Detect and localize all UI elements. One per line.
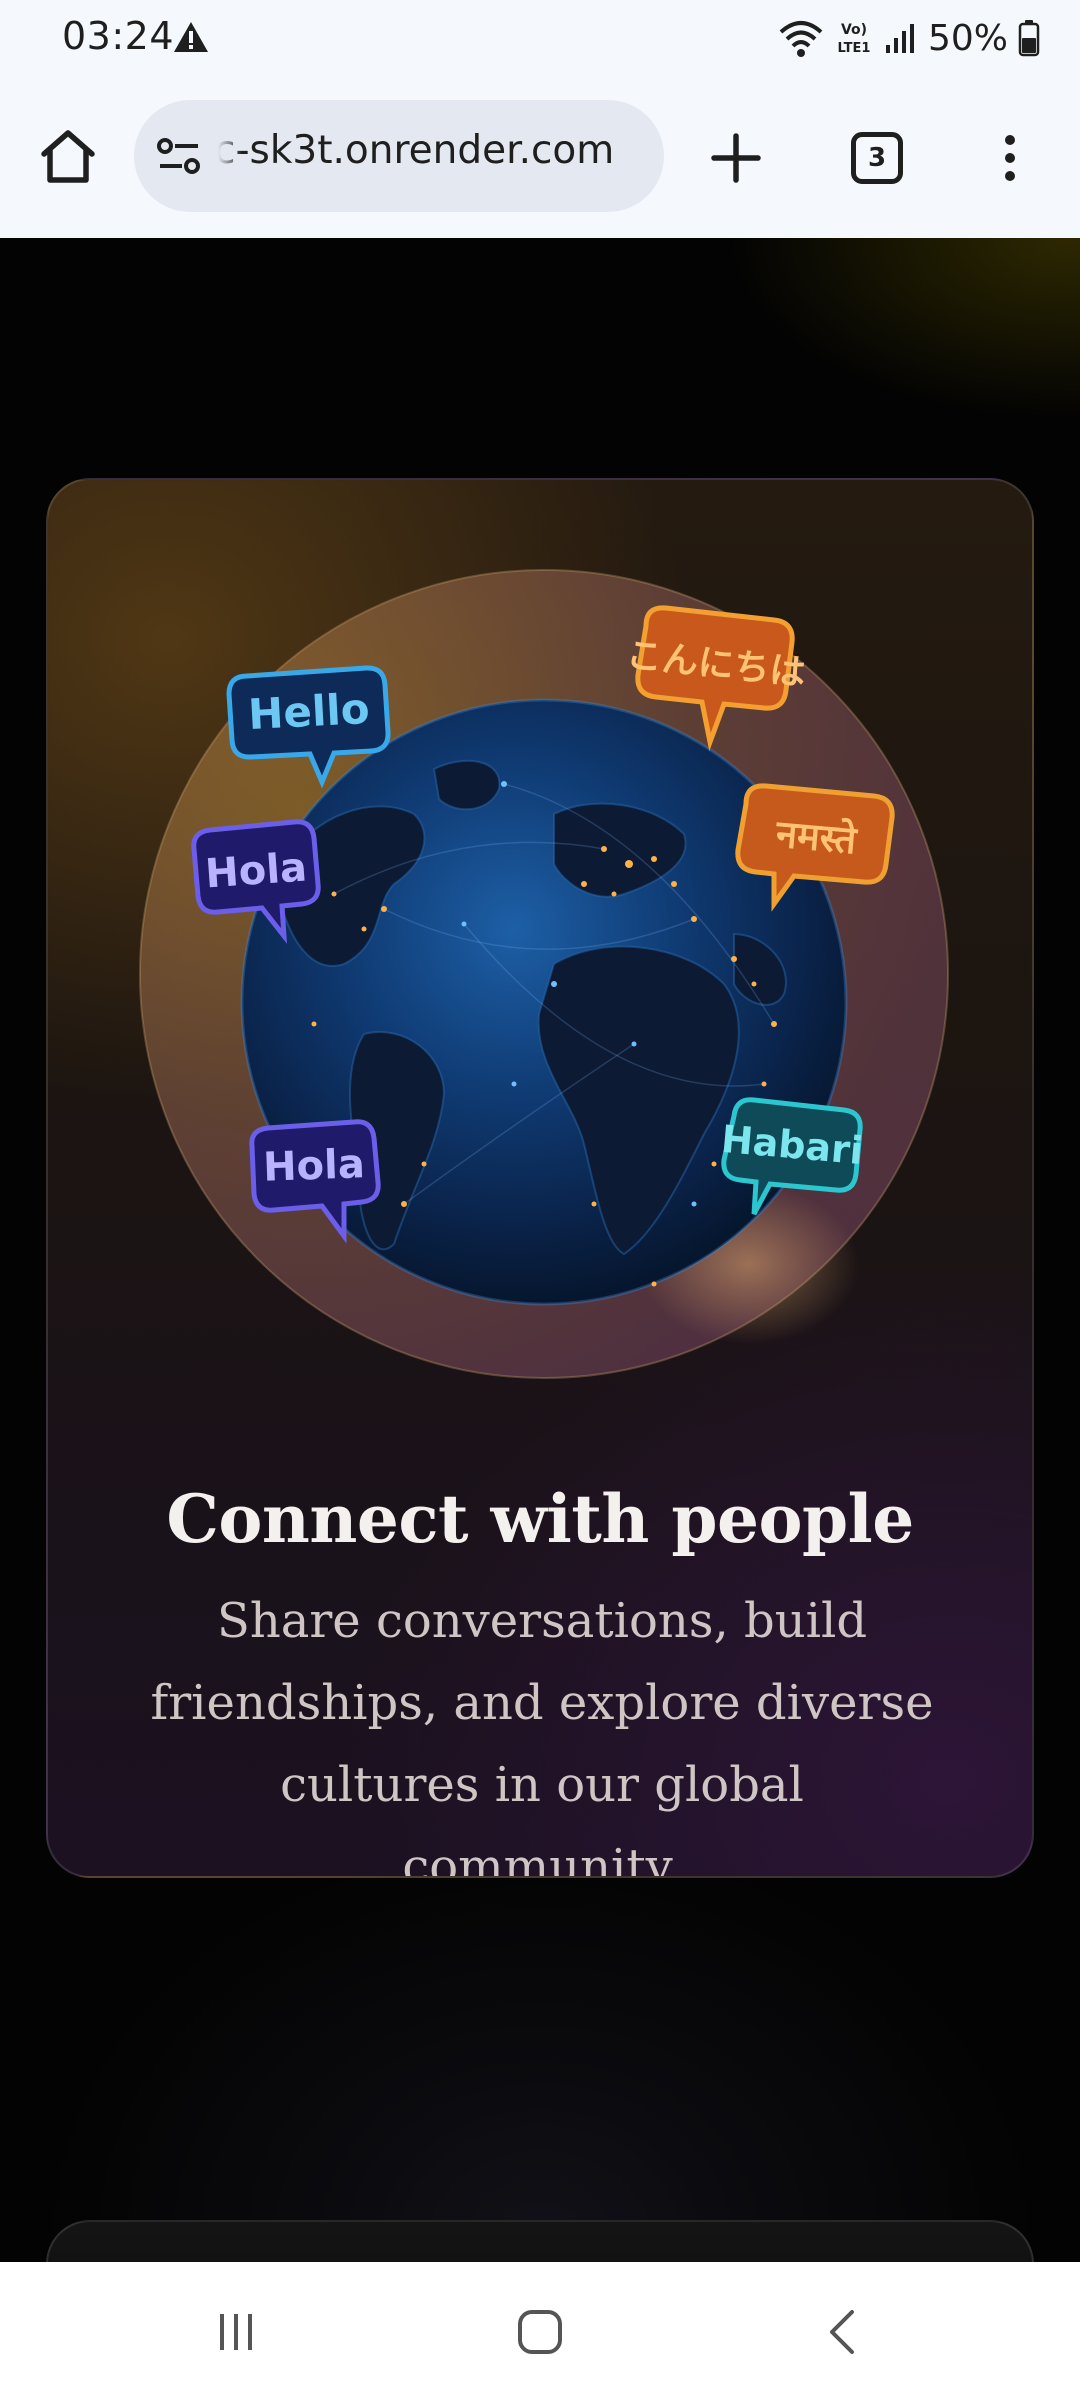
site-settings-icon[interactable]	[156, 134, 206, 180]
status-icons: Vo) LTE1 50%	[778, 14, 1040, 62]
address-bar[interactable]: c-sk3t.onrender.com	[134, 100, 664, 212]
back-button[interactable]	[802, 2292, 882, 2372]
home-button[interactable]	[36, 124, 100, 188]
volte-icon: Vo) LTE1	[838, 22, 871, 56]
back-icon	[830, 2310, 854, 2354]
card-description: Share conversations, build friendships, …	[150, 1593, 934, 1878]
signal-icon	[885, 24, 914, 53]
url-fade	[212, 120, 242, 192]
system-nav-bar	[0, 2262, 1080, 2400]
wifi-icon	[779, 21, 823, 57]
web-page: Hello こんにちは नमस्ते Hola Hola Habari Conn…	[0, 238, 1080, 2262]
recent-apps-button[interactable]	[196, 2292, 276, 2372]
home-nav-icon	[518, 2310, 562, 2354]
url-text: c-sk3t.onrender.com	[214, 128, 615, 173]
bubble-hola-top-label: Hola	[204, 845, 309, 898]
card-title: Connect with people	[166, 1480, 914, 1558]
bubble-hello-label: Hello	[247, 684, 371, 739]
status-time: 03:24	[62, 14, 175, 58]
alert-icon	[174, 22, 208, 52]
battery-icon	[1018, 20, 1040, 57]
svg-text:Vo): Vo)	[841, 22, 867, 38]
browser-toolbar: c-sk3t.onrender.com 3	[0, 78, 1080, 238]
bubble-namaste-label: नमस्ते	[773, 812, 859, 863]
battery-percent: 50%	[927, 17, 1008, 59]
more-vert-icon[interactable]	[986, 126, 1034, 190]
bubble-hola-bottom-label: Hola	[262, 1141, 365, 1191]
status-bar: 03:24 Vo) LTE1 50%	[0, 0, 1080, 78]
new-tab-button[interactable]	[704, 126, 768, 190]
svg-text:LTE1: LTE1	[838, 41, 871, 56]
next-feature-card	[46, 2220, 1034, 2262]
tab-switcher-button[interactable]: 3	[851, 132, 903, 184]
recent-apps-icon	[220, 2314, 252, 2350]
globe-illustration: Hello こんにちは नमस्ते Hola Hola Habari	[139, 569, 949, 1379]
feature-card: Hello こんにちは नमस्ते Hola Hola Habari Conn…	[46, 478, 1034, 1878]
plus-icon	[711, 133, 761, 183]
home-nav-button[interactable]	[500, 2292, 580, 2372]
home-icon	[41, 130, 95, 183]
